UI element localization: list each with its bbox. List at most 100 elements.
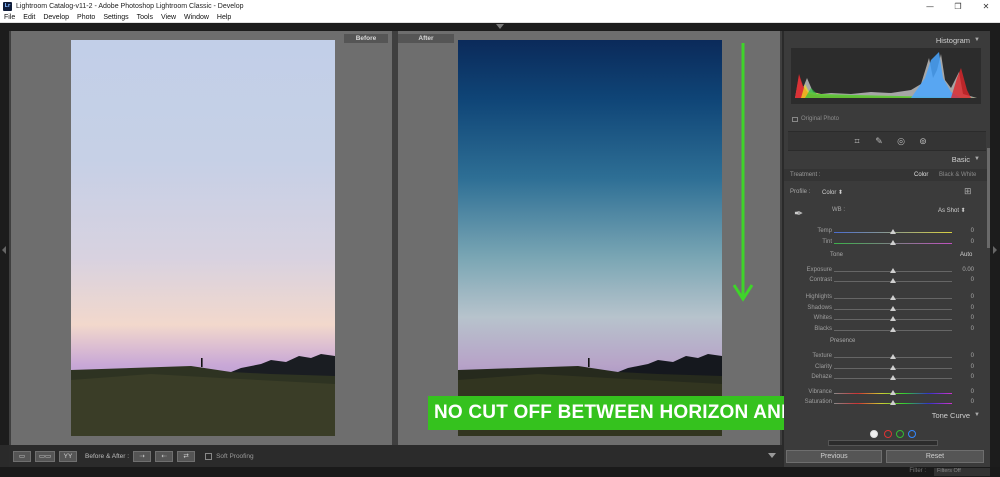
filter-dropdown[interactable]: Filters Off [934, 468, 990, 476]
menu-bar: File Edit Develop Photo Settings Tools V… [0, 12, 1000, 23]
menu-tools[interactable]: Tools [133, 14, 157, 21]
histogram-header[interactable]: Histogram ▼ [784, 33, 990, 47]
after-photo[interactable] [458, 40, 722, 436]
slider-dehaze[interactable]: Dehaze 0 [784, 372, 990, 384]
slider-value[interactable]: 0 [971, 315, 974, 321]
red-eye-icon[interactable]: ◎ [896, 137, 906, 147]
slider-value[interactable]: 0 [971, 277, 974, 283]
red-channel-icon[interactable] [884, 430, 892, 438]
slider-knob[interactable] [890, 229, 896, 234]
masking-icon[interactable]: ⊚ [918, 137, 928, 147]
title-bar: Lr Lightroom Catalog-v11-2 - Adobe Photo… [0, 0, 1000, 12]
right-panel-toggle[interactable] [990, 31, 1000, 467]
slider-value[interactable]: 0 [971, 228, 974, 234]
top-panel-toggle[interactable] [0, 23, 1000, 31]
slider-label: Temp [817, 228, 832, 234]
slider-value[interactable]: 0 [971, 294, 974, 300]
collapse-caret-icon: ▼ [974, 156, 980, 162]
slider-tint[interactable]: Tint 0 [784, 237, 990, 249]
slider-knob[interactable] [890, 306, 896, 311]
swap-before-after-button[interactable]: ⇄ [177, 450, 196, 462]
slider-contrast[interactable]: Contrast 0 [784, 275, 990, 287]
after-label: After [398, 34, 454, 43]
slider-knob[interactable] [890, 278, 896, 283]
loupe-view-button[interactable]: ▭ [13, 450, 31, 462]
menu-photo[interactable]: Photo [73, 14, 99, 21]
menu-develop[interactable]: Develop [39, 14, 73, 21]
tone-curve-header[interactable]: Tone Curve ▼ [784, 408, 990, 422]
menu-view[interactable]: View [157, 14, 180, 21]
slider-knob[interactable] [890, 354, 896, 359]
tone-curve-preview [828, 440, 938, 446]
slider-label: Tint [822, 239, 832, 245]
tone-curve-channels [784, 423, 990, 438]
menu-help[interactable]: Help [213, 14, 235, 21]
toolbar-menu-icon[interactable] [768, 453, 776, 458]
slider-knob[interactable] [890, 375, 896, 380]
wb-label: WB : [832, 207, 845, 213]
after-pane: After [398, 31, 780, 445]
menu-window[interactable]: Window [180, 14, 213, 21]
before-photo[interactable] [71, 40, 335, 436]
basic-header[interactable]: Basic ▼ [784, 152, 990, 166]
original-photo-indicator: Original Photo [792, 116, 839, 122]
slider-knob[interactable] [890, 316, 896, 321]
previous-button[interactable]: Previous [786, 450, 882, 463]
slider-knob[interactable] [890, 295, 896, 300]
collapse-caret-icon: ▼ [974, 37, 980, 43]
healing-brush-icon[interactable]: ✎ [874, 137, 884, 147]
slider-value[interactable]: 0 [971, 364, 974, 370]
slider-knob[interactable] [890, 390, 896, 395]
copy-before-to-after-button[interactable]: ⇢ [133, 450, 152, 462]
compare-view-button[interactable]: ▭▭ [35, 450, 55, 462]
slider-value[interactable]: 0 [971, 389, 974, 395]
close-icon[interactable]: ✕ [972, 0, 1000, 12]
white-balance-eyedropper-icon[interactable]: ✒ [794, 207, 808, 221]
blue-channel-icon[interactable] [908, 430, 916, 438]
copy-after-to-before-button[interactable]: ⇠ [155, 450, 174, 462]
slider-knob[interactable] [890, 268, 896, 273]
slider-knob[interactable] [890, 327, 896, 332]
landscape-hill [71, 354, 335, 436]
soft-proofing-checkbox[interactable] [205, 452, 213, 460]
profile-dropdown[interactable]: Color ⬍ [822, 189, 843, 196]
profile-browser-icon[interactable]: ⊞ [964, 187, 972, 197]
crop-icon[interactable]: ⌗ [852, 137, 862, 147]
before-after-yy-button[interactable]: YY [59, 450, 77, 462]
loupe-view-icon: ▭ [18, 453, 26, 460]
treatment-bw-tab[interactable]: Black & White [939, 172, 976, 178]
develop-tool-strip: ⌗ ✎ ◎ ⊚ [788, 131, 986, 151]
develop-right-panel: Histogram ▼ Original Photo ⌗ ✎ ◎ ⊚ Basic ▼… [784, 31, 990, 467]
slider-value[interactable]: 0 [971, 326, 974, 332]
auto-tone-button[interactable]: Auto [960, 252, 972, 258]
slider-value[interactable]: 0.00 [962, 267, 974, 273]
menu-settings[interactable]: Settings [99, 14, 132, 21]
slider-knob[interactable] [890, 365, 896, 370]
treatment-label: Treatment : [790, 172, 821, 178]
green-channel-icon[interactable] [896, 430, 904, 438]
rgb-channel-icon[interactable] [870, 430, 878, 438]
histogram-graph[interactable] [791, 48, 981, 104]
wb-dropdown[interactable]: As Shot ⬍ [938, 207, 966, 214]
slider-value[interactable]: 0 [971, 353, 974, 359]
menu-file[interactable]: File [0, 14, 19, 21]
swap-icon: ⇄ [183, 453, 189, 460]
left-panel-toggle[interactable] [0, 31, 9, 445]
menu-edit[interactable]: Edit [19, 14, 39, 21]
slider-knob[interactable] [890, 400, 896, 405]
maximize-icon[interactable]: ❐ [944, 0, 972, 12]
treatment-color-tab[interactable]: Color [914, 172, 928, 178]
minimize-icon[interactable]: — [916, 0, 944, 12]
slider-label: Exposure [806, 267, 832, 273]
slider-value[interactable]: 0 [971, 239, 974, 245]
slider-value[interactable]: 0 [971, 399, 974, 405]
photo-icon [792, 116, 798, 122]
slider-value[interactable]: 0 [971, 305, 974, 311]
slider-blacks[interactable]: Blacks 0 [784, 324, 990, 336]
window-title: Lightroom Catalog-v11-2 - Adobe Photosho… [16, 2, 244, 10]
slider-value[interactable]: 0 [971, 374, 974, 380]
tone-label: Tone [830, 252, 844, 258]
triangle-right-icon [993, 246, 997, 254]
reset-button[interactable]: Reset [886, 450, 984, 463]
slider-knob[interactable] [890, 240, 896, 245]
